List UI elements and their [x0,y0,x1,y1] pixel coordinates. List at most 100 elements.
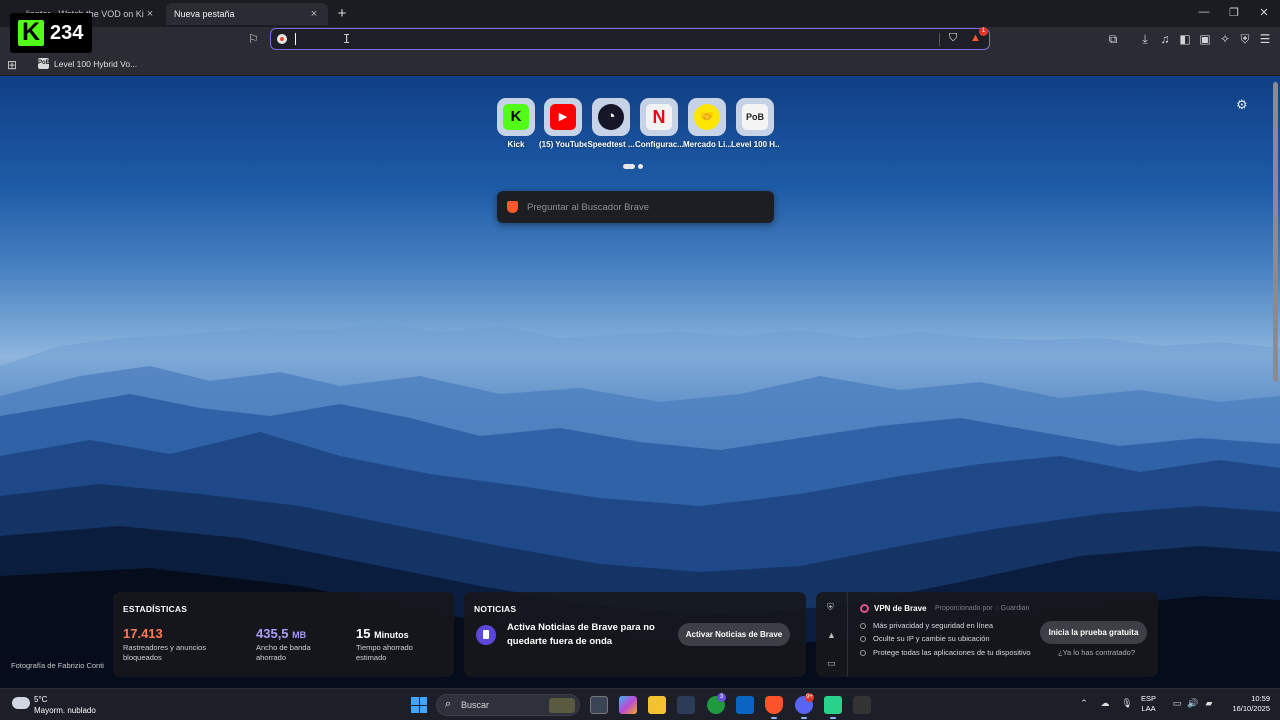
address-bar[interactable]: I ⛉ ▲ 1 [270,27,990,50]
speedtest-icon: ◔ [598,104,624,130]
onedrive-icon[interactable]: ☁ [1098,698,1112,709]
pob-favicon-icon: PoB [38,58,50,69]
tab-title: Nueva pestaña [174,9,235,19]
network-icon[interactable]: ▭ [1170,698,1184,709]
check-circle-icon [860,649,866,656]
file-explorer-icon[interactable] [648,696,666,714]
start-button[interactable] [411,697,427,713]
ibeam-cursor-icon: I [343,32,351,46]
stat-desc: Ancho de banda [256,643,311,652]
app-icon[interactable] [853,696,871,714]
vpn-provider: Proporcionado por ◌ Guardian [935,605,1030,612]
vpn-feature-text: Oculte su IP y cambie su ubicación [873,634,990,643]
bookmark-item[interactable]: PoB Level 100 Hybrid Vo... [38,58,137,69]
vpn-shield-icon[interactable]: ⛨ [827,602,834,613]
stats-widget: ESTADÍSTICAS 17.413 Rastreadores y anunc… [113,592,454,677]
customize-gear-icon[interactable]: ⚙ [1236,97,1248,113]
check-circle-icon [860,635,866,642]
tab-close-icon[interactable]: × [308,8,320,20]
microphone-icon[interactable]: 🎙 [1120,698,1134,709]
site-label: (15) YouTube [539,140,587,149]
weather-desc[interactable]: Mayorm. nublado [34,706,96,715]
app-icon[interactable] [824,696,842,719]
tab-new-tab[interactable]: Nueva pestaña × [166,3,328,25]
stat-value: 15 [356,626,371,641]
taskbar-search[interactable]: ⌕ Buscar [436,694,580,716]
sidebar-icon[interactable]: ◧ [1177,32,1193,46]
weather-cloud-icon[interactable] [12,693,30,709]
vpn-logo-icon [860,604,869,613]
browser-toolbar: ⚐ I ⛉ ▲ 1 ⧉ ⤓ ♫ ◧ ▣ ✧ ⛨ ☰ [0,27,1280,54]
brave-lion-icon [507,201,518,213]
top-site-speedtest[interactable]: ◔ Speedtest ... [587,98,635,149]
divider [939,33,940,46]
news-title: NOTICIAS [474,604,517,614]
maximize-button[interactable]: ❐ [1226,6,1242,19]
stat-unit: Minutos [374,630,409,640]
battery-icon[interactable]: ▰ [1202,698,1216,709]
search-highlight-image [549,698,575,713]
bookmarks-bar: ⊞ PoB Level 100 Hybrid Vo... [0,54,1280,76]
stat-bandwidth: 435,5 MB Ancho de banda ahorrado [256,626,311,663]
language-indicator[interactable]: ESP LAA [1141,694,1156,714]
taskbar-search-label: Buscar [461,700,490,710]
top-sites-grid: K Kick ▶ (15) YouTube ◔ Speedtest ... N … [492,98,788,158]
pager-dot-active[interactable] [623,164,635,169]
lang-bottom: LAA [1141,704,1156,713]
system-clock[interactable]: 10:59 16/10/2025 [1222,694,1270,714]
top-site-kick[interactable]: K Kick [492,98,540,149]
vpn-icon[interactable]: ⛨ [1237,32,1253,47]
top-site-netflix[interactable]: N Configurac... [635,98,683,149]
site-label: Mercado Li... [683,140,731,149]
vpn-feature-text: Protege todas las aplicaciones de tu dis… [873,648,1031,657]
search-placeholder: Preguntar al Buscador Brave [527,202,649,213]
leo-ai-icon[interactable]: ✧ [1217,32,1233,46]
downloads-icon[interactable]: ⤓ [1137,32,1153,47]
tab-close-icon[interactable]: × [144,8,156,20]
stats-title: ESTADÍSTICAS [123,604,188,614]
already-purchased-link[interactable]: ¿Ya lo has contratado? [1058,648,1135,657]
site-tile: PoB [736,98,774,136]
copilot-icon[interactable] [619,696,637,714]
site-label: Configurac... [635,140,683,149]
top-site-youtube[interactable]: ▶ (15) YouTube [539,98,587,149]
lang-top: ESP [1141,694,1157,703]
tab-search-icon[interactable]: ⧉ [1105,32,1121,47]
top-site-pob[interactable]: PoB Level 100 H... [731,98,779,149]
site-label: Speedtest ... [587,140,635,149]
start-trial-button[interactable]: Inicia la prueba gratuita [1040,621,1147,644]
brave-shields-icon[interactable]: ⛉ [949,32,957,45]
rewards-badge: 1 [979,27,988,36]
top-site-mercadolibre[interactable]: 🤝 Mercado Li... [683,98,731,149]
rewards-triangle-icon[interactable]: ▲ [827,630,836,640]
menu-icon[interactable]: ☰ [1257,32,1273,46]
outlook-icon[interactable] [736,696,754,714]
bookmark-icon[interactable]: ⚐ [248,32,259,46]
brave-search-box[interactable]: Preguntar al Buscador Brave [497,191,774,223]
talk-camera-icon[interactable]: ▭ [827,658,836,669]
stat-value: 17.413 [123,626,163,641]
news-icon [476,625,496,645]
minimize-button[interactable]: — [1196,6,1212,18]
media-icon[interactable]: ♫ [1157,32,1173,46]
stat-trackers: 17.413 Rastreadores y anuncios bloqueados [123,626,206,663]
page-scrollbar[interactable] [1273,82,1278,382]
windows-taskbar: 5°C Mayorm. nublado ⌕ Buscar 3 9+ ⌃ ☁ 🎙 … [0,688,1280,720]
pager-dot[interactable] [638,164,643,169]
wallet-icon[interactable]: ▣ [1197,32,1213,46]
volume-icon[interactable]: 🔊 [1186,698,1200,709]
apps-grid-icon[interactable]: ⊞ [7,58,17,72]
store-icon[interactable] [677,696,695,714]
close-window-button[interactable]: ✕ [1256,6,1272,19]
vpn-widget: ⛨ ▲ ▭ VPN de Brave Proporcionado por ◌ G… [816,592,1158,677]
activate-news-button[interactable]: Activar Noticias de Brave [678,623,790,646]
brave-browser-icon[interactable] [765,696,783,719]
photo-credit[interactable]: Fotografía de Fabrizio Conti [11,661,104,670]
new-tab-button[interactable]: + [334,5,350,22]
site-tile: K [497,98,535,136]
task-view-icon[interactable] [590,696,608,714]
weather-temp[interactable]: 5°C [34,695,47,704]
site-info-icon[interactable] [277,34,287,44]
address-input[interactable] [295,31,925,47]
tray-overflow-icon[interactable]: ⌃ [1077,698,1091,709]
